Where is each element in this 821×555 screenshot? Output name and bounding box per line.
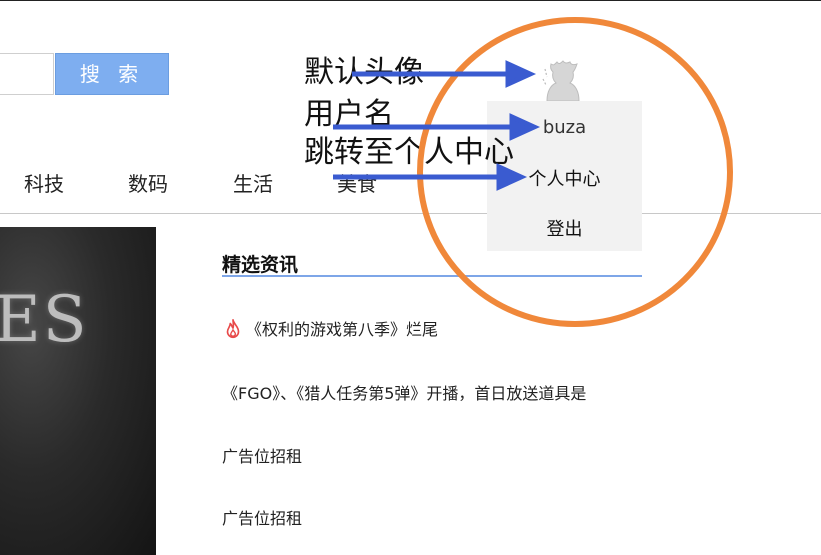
news-item-text[interactable]: 《权利的游戏第八季》烂尾 — [246, 320, 438, 339]
news-item[interactable]: 广告位招租 — [222, 443, 302, 467]
news-item-text[interactable]: 广告位招租 — [222, 509, 302, 528]
nav-item-food[interactable]: 美食 — [337, 170, 377, 198]
search-button[interactable]: 搜 索 — [55, 53, 169, 95]
logout-link[interactable]: 登出 — [487, 215, 642, 241]
news-title-underline — [222, 275, 642, 277]
news-item[interactable]: 《权利的游戏第八季》烂尾 — [222, 316, 438, 340]
news-item[interactable]: 广告位招租 — [222, 505, 302, 529]
hero-logo-art: ES — [0, 283, 89, 357]
news-section-title: 精选资讯 — [222, 254, 299, 276]
top-border — [0, 0, 821, 1]
nav-divider — [0, 213, 821, 214]
hero-banner-image[interactable]: ES — [0, 227, 156, 555]
nav-item-tech[interactable]: 科技 — [24, 170, 64, 198]
news-item[interactable]: 《FGO》、《猎人任务第5弹》开播，首日放送道具是 — [222, 380, 586, 404]
annotation-avatar-label: 默认头像 — [304, 55, 424, 90]
default-avatar-icon[interactable] — [539, 55, 587, 103]
user-dropdown-menu: buza 个人中心 登出 — [487, 101, 642, 251]
category-nav: 科技 数码 生活 美食 — [0, 170, 821, 198]
news-item-text[interactable]: 《FGO》、《猎人任务第5弹》开播，首日放送道具是 — [222, 384, 586, 403]
news-item-text[interactable]: 广告位招租 — [222, 447, 302, 466]
flame-icon — [226, 319, 240, 338]
annotation-arrowhead-avatar — [505, 60, 537, 88]
annotation-center-label: 跳转至个人中心 — [304, 135, 514, 170]
annotation-username-label: 用户名 — [304, 97, 394, 132]
search-input[interactable] — [0, 53, 54, 95]
nav-item-digital[interactable]: 数码 — [128, 170, 168, 198]
nav-item-life[interactable]: 生活 — [233, 170, 273, 198]
